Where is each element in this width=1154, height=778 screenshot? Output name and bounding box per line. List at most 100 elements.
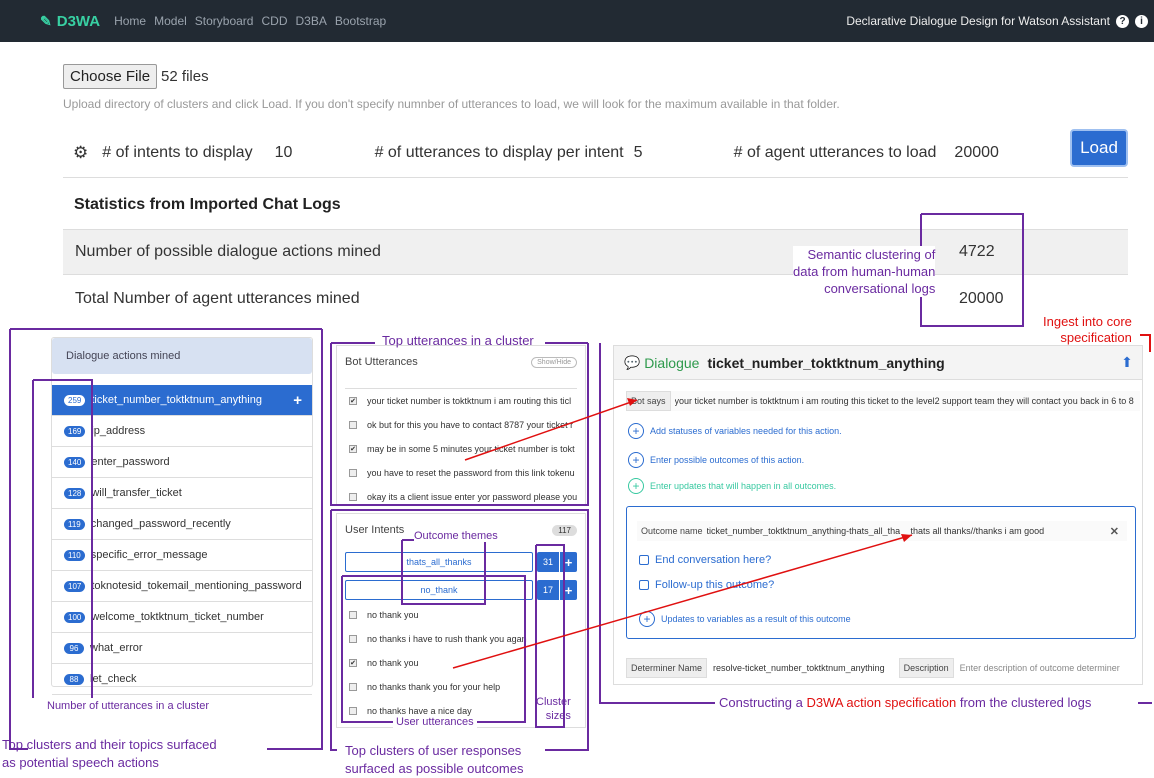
panel-header: Dialogue actions mined <box>52 338 312 374</box>
action-item[interactable]: 107 toknotesid_tokemail_mentioning_passwo… <box>52 571 312 602</box>
theme-button[interactable]: no_thank <box>345 580 533 600</box>
theme-button[interactable]: thats_all_thanks <box>345 552 533 572</box>
checkbox[interactable] <box>349 493 357 501</box>
checkbox[interactable]: ✔ <box>349 659 357 667</box>
brand[interactable]: ✎ D3WA <box>40 13 100 30</box>
nav-d3ba[interactable]: D3BA <box>295 14 326 28</box>
count-badge: 259 <box>64 394 86 406</box>
stat-label: Total Number of agent utterances mined <box>75 290 360 307</box>
annotation-constructing-red: D3WA action specification <box>806 695 957 710</box>
upload-icon[interactable]: ⬆ <box>1120 355 1134 371</box>
add-updates-label: Enter updates that will happen in all ou… <box>650 481 837 491</box>
annotation-ingest: Ingest into core specification <box>1043 314 1132 345</box>
choose-file-button[interactable]: Choose File <box>63 64 158 89</box>
robot-logo-icon: ✎ <box>40 12 52 29</box>
action-item[interactable]: 96 what_error <box>52 633 312 664</box>
checkbox[interactable] <box>639 580 649 590</box>
checkbox[interactable] <box>349 611 357 619</box>
stat-row: Number of possible dialogue actions mine… <box>63 229 1128 275</box>
checkbox[interactable] <box>349 635 357 643</box>
action-item[interactable]: 259 ticket_number_toktktnum_anything + <box>52 385 312 416</box>
annotation-top-utterances: Top utterances in a cluster <box>382 333 534 348</box>
outcome-name-value: ticket_number_toktktnum_anything-thats_a… <box>706 526 901 536</box>
bot-says-tag: Bot says <box>626 391 671 411</box>
close-icon[interactable]: ✕ <box>1110 525 1119 538</box>
utterances-input[interactable]: 5 <box>634 144 734 162</box>
show-hide-button[interactable]: Show/Hide <box>531 356 577 368</box>
add-outcomes-button[interactable]: + Enter possible outcomes of this action… <box>628 452 804 468</box>
checkbox[interactable] <box>349 469 357 477</box>
annotation-top-clusters-user: Top clusters of user responses surfaced … <box>345 743 524 776</box>
description-tag: Description <box>898 658 954 678</box>
action-item[interactable]: 110 specific_error_message <box>52 540 312 571</box>
bot-says-field[interactable]: Bot says your ticket number is toktktnum… <box>626 391 1140 411</box>
bot-says-text: your ticket number is toktktnum i am rou… <box>674 396 1134 406</box>
intents-label: # of intents to display <box>102 143 253 161</box>
chat-icon: 💬 <box>624 354 641 370</box>
load-button[interactable]: Load <box>1070 129 1128 167</box>
nav-model[interactable]: Model <box>154 14 187 28</box>
outcome-box: Outcome name ticket_number_toktktnum_any… <box>626 506 1136 639</box>
outcome-name-field[interactable]: Outcome name ticket_number_toktktnum_any… <box>637 521 1127 541</box>
updates-label: Updates to variables as a result of this… <box>661 614 851 624</box>
bot-utterance-list: ✔ your ticket number is toktktnum i am ro… <box>345 388 577 509</box>
app-subtitle: Declarative Dialogue Design for Watson A… <box>846 14 1110 28</box>
end-conversation-checkbox[interactable]: End conversation here? <box>639 554 771 566</box>
follow-up-label: Follow-up this outcome? <box>655 579 775 591</box>
action-item[interactable]: 128 will_transfer_ticket <box>52 478 312 509</box>
dialogue-name: ticket_number_toktktnum_anything <box>707 354 945 371</box>
checkbox[interactable] <box>349 707 357 715</box>
nav-home[interactable]: Home <box>114 14 146 28</box>
info-icon[interactable]: i <box>1135 14 1148 28</box>
checkbox[interactable] <box>349 421 357 429</box>
checkbox[interactable]: ✔ <box>349 445 357 453</box>
file-upload: Choose File 52 files <box>63 64 209 89</box>
navbar: ✎ D3WA Home Model Storyboard CDD D3BA Bo… <box>0 0 1154 42</box>
annotation-top-clusters-left: Top clusters and their topics surfaced a… <box>2 737 217 770</box>
follow-up-checkbox[interactable]: Follow-up this outcome? <box>639 579 774 591</box>
add-variable-updates-button[interactable]: + Updates to variables as a result of th… <box>639 611 851 627</box>
add-statuses-button[interactable]: + Add statuses of variables needed for t… <box>628 423 842 439</box>
utterance-text: okay its a client issue enter yor passwo… <box>367 492 577 502</box>
nav-bootstrap[interactable]: Bootstrap <box>335 14 386 28</box>
count-badge: 100 <box>64 611 86 623</box>
add-icon[interactable]: + <box>293 392 302 409</box>
add-theme-icon[interactable]: + <box>560 580 577 600</box>
checkbox[interactable]: ✔ <box>349 397 357 405</box>
checkbox[interactable] <box>349 683 357 691</box>
outcome-desc-value: thats all thanks//thanks i am good <box>910 526 1045 536</box>
agent-label: # of agent utterances to load <box>733 143 937 161</box>
theme-count: 17 <box>537 580 559 600</box>
action-label: what_error <box>90 642 143 654</box>
determiner-value[interactable]: resolve-ticket_number_toktktnum_anything <box>713 663 885 673</box>
action-item[interactable]: 140 enter_password <box>52 447 312 478</box>
help-icon[interactable]: ? <box>1116 14 1129 28</box>
gears-icon: ⚙ <box>73 142 89 162</box>
upload-hint: Upload directory of clusters and click L… <box>63 97 840 111</box>
nav-storyboard[interactable]: Storyboard <box>195 14 254 28</box>
annotation-constructing-post: from the clustered logs <box>956 695 1092 710</box>
action-item[interactable]: 119 changed_password_recently <box>52 509 312 540</box>
utterances-label: # of utterances to display per intent <box>374 143 624 161</box>
nav-cdd[interactable]: CDD <box>261 14 287 28</box>
add-updates-button[interactable]: + Enter updates that will happen in all … <box>628 478 836 494</box>
determiner-tag: Determiner Name <box>626 658 708 678</box>
checkbox[interactable] <box>639 555 649 565</box>
file-count: 52 files <box>161 68 209 85</box>
count-badge: 107 <box>64 580 86 592</box>
action-list: 259 ticket_number_toktktnum_anything + 1… <box>52 385 312 695</box>
agent-input[interactable]: 20000 <box>954 144 999 162</box>
determiner-row: Determiner Name resolve-ticket_number_to… <box>626 658 1140 678</box>
intents-input[interactable]: 10 <box>275 144 375 162</box>
action-item[interactable]: 88 let_check <box>52 664 312 695</box>
list-item: ✔ your ticket number is toktktnum i am ro… <box>345 389 577 413</box>
add-theme-icon[interactable]: + <box>560 552 577 572</box>
description-input[interactable]: Enter description of outcome determiner <box>960 663 1120 673</box>
action-label: will_transfer_ticket <box>91 487 182 499</box>
action-label: welcome_toktktnum_ticket_number <box>91 611 264 623</box>
action-item[interactable]: 100 welcome_toktktnum_ticket_number <box>52 602 312 633</box>
action-item[interactable]: 169 ip_address <box>52 416 312 447</box>
annotation-bracket <box>9 329 28 750</box>
count-badge: 128 <box>64 487 86 499</box>
count-badge: 88 <box>64 673 84 685</box>
